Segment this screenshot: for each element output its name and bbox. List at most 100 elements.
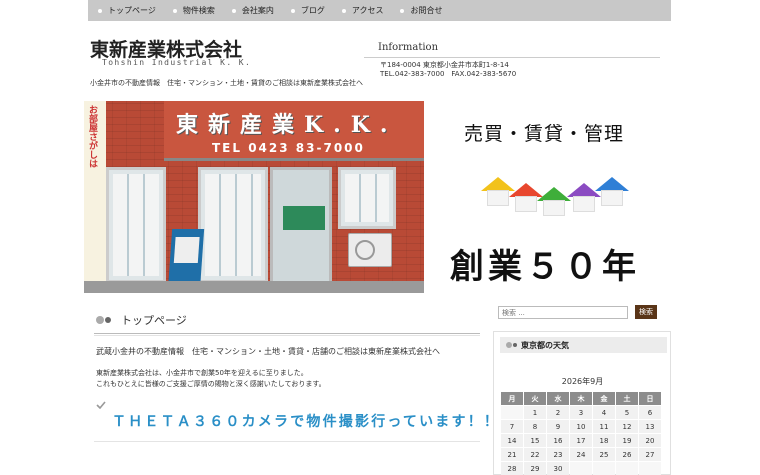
bullet-icon <box>400 8 405 13</box>
weekday-header: 水 <box>547 392 569 405</box>
weather-widget-header: 東京都の天気 <box>500 337 667 353</box>
fan-icon <box>355 240 375 260</box>
calendar-day: 30 <box>547 462 569 475</box>
nav-item-label: ブログ <box>300 6 325 15</box>
bullet-icon <box>231 8 236 13</box>
calendar-day: 4 <box>593 406 615 419</box>
weekday-header: 木 <box>570 392 592 405</box>
weekday-header: 日 <box>639 392 661 405</box>
side-banner: お部屋さがしは <box>84 101 106 293</box>
listing-posters <box>113 174 159 276</box>
house-icon <box>595 177 629 207</box>
calendar-title: 2026年9月 <box>561 377 604 386</box>
house-icon <box>481 177 515 207</box>
calendar-day <box>616 462 638 475</box>
calendar-day: 5 <box>616 406 638 419</box>
store-window-center <box>198 167 268 283</box>
store-window-right <box>338 167 396 229</box>
nav-item-label: トップページ <box>108 6 156 15</box>
air-conditioner <box>348 233 392 267</box>
heading-dots-icon <box>506 342 517 348</box>
nav-item-property-search[interactable]: 物件検索 <box>172 5 215 16</box>
store-window-left <box>106 167 166 283</box>
weekday-header: 金 <box>593 392 615 405</box>
weekday-header: 火 <box>524 392 546 405</box>
calendar-day: 7 <box>501 420 523 433</box>
house-icon <box>537 187 571 217</box>
calendar-week-row: 1 2 3 4 5 6 <box>501 406 661 419</box>
calendar-week-row: 21 22 23 24 25 26 27 <box>501 448 661 461</box>
anniversary-text: 創業５０年 <box>450 247 640 287</box>
top-nav: トップページ 物件検索 会社案内 ブログ アクセス お問合せ <box>88 0 671 21</box>
calendar-day: 23 <box>547 448 569 461</box>
heading-dots-icon <box>96 316 111 324</box>
search-button[interactable]: 検索 <box>635 305 657 319</box>
info-contact: TEL.042-383-7000 FAX.042-383-5670 <box>380 70 517 78</box>
calendar-day: 27 <box>639 448 661 461</box>
theta-headline[interactable]: ＴＨＥＴＡ３６０カメラで物件撮影行っています！！ <box>112 411 500 431</box>
nav-item-label: アクセス <box>351 6 384 15</box>
calendar-day <box>593 462 615 475</box>
listing-posters <box>345 174 389 222</box>
nav-item-label: お問合せ <box>410 6 443 15</box>
bullet-icon <box>98 8 102 13</box>
bullet-icon <box>341 8 346 13</box>
calendar-day: 6 <box>639 406 661 419</box>
calendar-day: 18 <box>593 434 615 447</box>
lead-text: 武蔵小金井の不動産情報 住宅・マンション・土地・賃貸・店舗のご相談は東新産業株式… <box>96 347 440 356</box>
storefront-photo: お部屋さがしは 東新産業K.K. TEL 0423 83-7000 <box>84 101 424 293</box>
search-input[interactable] <box>498 306 628 319</box>
slogan-graphic: 売買・賃貸・管理 創業５０年 <box>430 101 670 293</box>
calendar-day: 19 <box>616 434 638 447</box>
checkmark-icon <box>96 401 106 409</box>
site-tagline: 小金井市の不動産情報 住宅・マンション・土地・賃貸のご相談は東新産業株式会社へ <box>90 79 363 87</box>
nav-item-label: 会社案内 <box>241 6 274 15</box>
calendar-day: 24 <box>570 448 592 461</box>
house-icon <box>567 183 601 213</box>
nav-item-company[interactable]: 会社案内 <box>231 5 274 16</box>
bullet-icon <box>172 8 177 13</box>
calendar-day: 12 <box>616 420 638 433</box>
calendar-week-row: 14 15 16 17 18 19 20 <box>501 434 661 447</box>
calendar-day: 17 <box>570 434 592 447</box>
listing-posters <box>205 174 261 276</box>
calendar-weekday-row: 月 火 水 木 金 土 日 <box>501 392 661 405</box>
page-title-text: トップページ <box>121 314 187 327</box>
nav-item-access[interactable]: アクセス <box>341 5 384 16</box>
calendar-day <box>570 462 592 475</box>
calendar-day: 14 <box>501 434 523 447</box>
calendar-day: 28 <box>501 462 523 475</box>
calendar-day: 29 <box>524 462 546 475</box>
calendar-day: 1 <box>524 406 546 419</box>
calendar-day: 11 <box>593 420 615 433</box>
calendar-week-row: 7 8 9 10 11 12 13 <box>501 420 661 433</box>
house-icon <box>509 183 543 213</box>
calendar: 月 火 水 木 金 土 日 1 2 3 4 5 6 7 8 9 10 11 12… <box>500 391 662 475</box>
calendar-day: 22 <box>524 448 546 461</box>
door-sign <box>283 206 325 230</box>
calendar-day: 10 <box>570 420 592 433</box>
nav-item-label: 物件検索 <box>182 6 215 15</box>
calendar-day: 20 <box>639 434 661 447</box>
body-text-2: これもひとえに皆様のご支援ご厚情の賜物と深く感謝いたしております。 <box>96 380 326 388</box>
info-divider <box>364 57 660 58</box>
info-title: Information <box>378 42 439 53</box>
nav-item-blog[interactable]: ブログ <box>290 5 325 16</box>
store-sign-text: 東新産業K.K. <box>176 112 398 138</box>
calendar-day <box>639 462 661 475</box>
side-banner-text: お部屋さがしは <box>87 105 97 168</box>
store-sign-tel: TEL 0423 83-7000 <box>212 141 365 155</box>
weather-title: 東京都の天気 <box>521 340 569 350</box>
nav-item-top[interactable]: トップページ <box>98 5 156 16</box>
calendar-day: 16 <box>547 434 569 447</box>
calendar-day: 26 <box>616 448 638 461</box>
store-door <box>270 167 332 293</box>
calendar-day: 8 <box>524 420 546 433</box>
body-text-1: 東新産業株式会社は、小金井市で創業50年を迎えるに至りました。 <box>96 369 308 377</box>
nav-item-contact[interactable]: お問合せ <box>400 5 442 16</box>
calendar-day: 15 <box>524 434 546 447</box>
calendar-day: 3 <box>570 406 592 419</box>
calendar-day: 13 <box>639 420 661 433</box>
calendar-day: 21 <box>501 448 523 461</box>
bullet-icon <box>290 8 295 13</box>
